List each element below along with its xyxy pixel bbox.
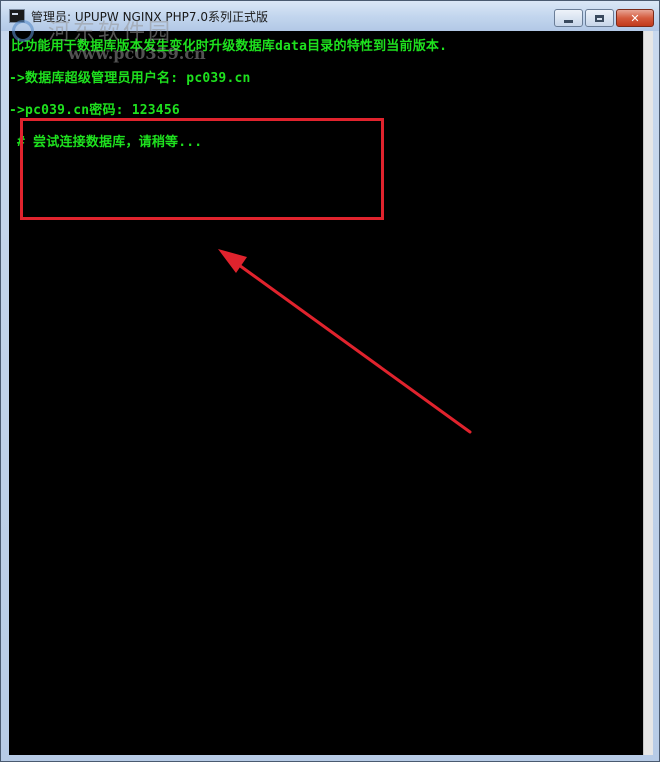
minimize-icon [564,19,573,23]
console-line: ->pc039.cn密码: 123456 [9,103,180,118]
title-bar[interactable]: 管理员: UPUPW NGINX PHP7.0系列正式版 ✕ [1,1,659,31]
highlight-box [20,118,384,220]
vertical-scrollbar[interactable] [643,31,653,755]
console-window: 管理员: UPUPW NGINX PHP7.0系列正式版 ✕ 比功能用于数据库版… [0,0,660,762]
console-app-icon[interactable] [9,9,25,23]
maximize-icon [595,14,604,22]
close-icon: ✕ [630,11,640,25]
close-button[interactable]: ✕ [616,9,654,27]
minimize-button[interactable] [554,9,583,27]
console-line: 比功能用于数据库版本发生变化时升级数据库data目录的特性到当前版本. [11,39,448,54]
maximize-button[interactable] [585,9,614,27]
window-title: 管理员: UPUPW NGINX PHP7.0系列正式版 [31,10,268,24]
console-line: ->数据库超级管理员用户名: pc039.cn [9,71,251,86]
